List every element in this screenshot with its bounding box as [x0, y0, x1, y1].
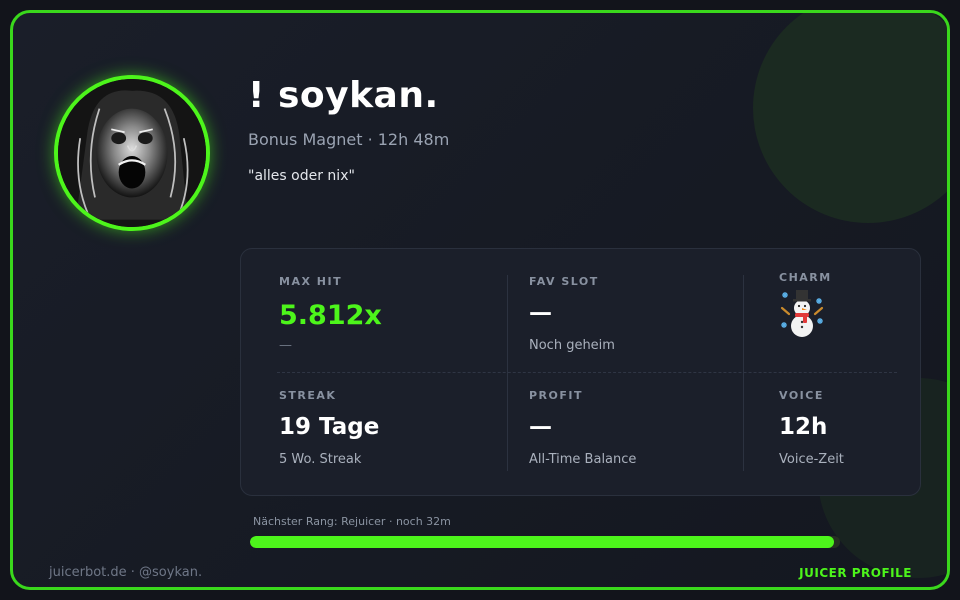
stat-voice: VOICE 12h Voice-Zeit: [779, 389, 844, 467]
footer-site-handle: juicerbot.de · @soykan.: [49, 565, 203, 580]
stat-label: MAX HIT: [279, 275, 343, 288]
stat-label: STREAK: [279, 389, 337, 402]
stat-sub: 5 Wo. Streak: [279, 452, 362, 467]
stat-fav-slot: FAV SLOT — Noch geheim: [529, 275, 615, 353]
stat-max-hit: MAX HIT 5.812x —: [279, 275, 382, 353]
stat-value: 19 Tage: [279, 414, 380, 440]
stat-label: CHARM: [779, 271, 832, 284]
stats-divider-vertical-2: [743, 275, 744, 471]
stats-divider-vertical-1: [507, 275, 508, 471]
snowman-icon: [780, 290, 824, 337]
stat-sub: —: [279, 338, 292, 353]
profile-role-line: Bonus Magnet · 12h 48m: [248, 130, 450, 149]
stats-panel: MAX HIT 5.812x — FAV SLOT — Noch geheim …: [240, 248, 921, 496]
profile-name: ! soykan.: [248, 75, 439, 116]
rank-progress-bar: [250, 536, 840, 548]
stat-value: —: [529, 300, 552, 326]
stat-label: VOICE: [779, 389, 824, 402]
avatar: [54, 75, 210, 231]
decor-circle-top: [753, 13, 947, 223]
stat-charm: CHARM: [779, 271, 832, 342]
profile-quote: "alles oder nix": [248, 168, 355, 184]
stat-value: 12h: [779, 414, 828, 440]
avatar-portrait-icon: [58, 79, 206, 227]
stat-sub: All-Time Balance: [529, 452, 637, 467]
stat-value: 5.812x: [279, 300, 382, 331]
stat-label: FAV SLOT: [529, 275, 599, 288]
stat-profit: PROFIT — All-Time Balance: [529, 389, 636, 467]
next-rank-label: Nächster Rang: Rejuicer · noch 32m: [253, 515, 451, 528]
stat-streak: STREAK 19 Tage 5 Wo. Streak: [279, 389, 379, 467]
stat-label: PROFIT: [529, 389, 583, 402]
rank-progress-fill: [250, 536, 835, 548]
stat-sub: Voice-Zeit: [779, 452, 844, 467]
stat-value: —: [529, 414, 552, 440]
stat-sub: Noch geheim: [529, 338, 615, 353]
profile-card: ! soykan. Bonus Magnet · 12h 48m "alles …: [10, 10, 950, 590]
footer-brand: JUICER PROFILE: [799, 566, 912, 580]
stats-divider-horizontal: [277, 372, 897, 373]
